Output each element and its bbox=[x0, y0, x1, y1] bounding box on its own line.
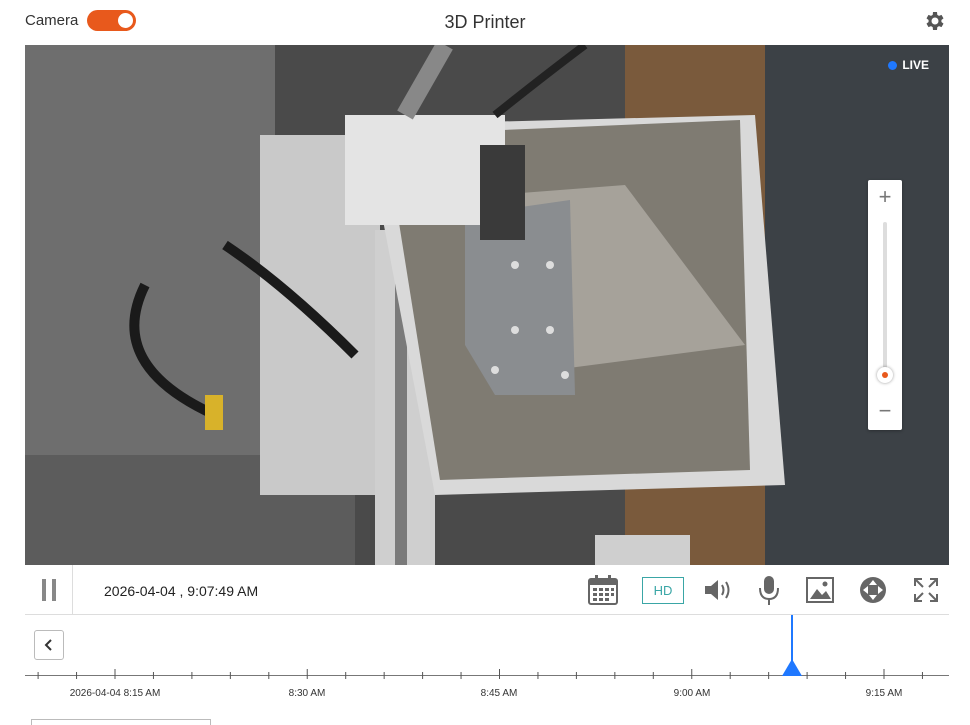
timeline-back-button[interactable] bbox=[34, 630, 64, 660]
tick-label: 8:45 AM bbox=[480, 688, 518, 699]
timeline[interactable]: 2026-04-04 8:15 AM 8:30 AM 8:45 AM 9:00 … bbox=[25, 615, 949, 709]
fullscreen-icon[interactable] bbox=[909, 573, 943, 607]
header: Camera 3D Printer bbox=[0, 0, 970, 45]
timeline-ticks bbox=[37, 669, 923, 679]
live-dot-icon bbox=[888, 60, 898, 70]
calendar-icon[interactable] bbox=[586, 573, 620, 607]
volume-icon[interactable] bbox=[701, 573, 735, 607]
printer-camera-image bbox=[25, 45, 949, 565]
live-indicator: LIVE bbox=[888, 58, 929, 72]
playback-timestamp: 2026-04-04 , 9:07:49 AM bbox=[104, 583, 259, 599]
snapshot-image-icon[interactable] bbox=[803, 573, 837, 607]
timeline-cursor-marker[interactable] bbox=[782, 659, 802, 676]
settings-gear-icon[interactable] bbox=[923, 9, 947, 33]
tick-label: 8:30 AM bbox=[288, 688, 326, 699]
zoom-track[interactable] bbox=[883, 222, 887, 372]
tick-label: 9:00 AM bbox=[673, 688, 711, 699]
tick-label: 2026-04-04 8:15 AM bbox=[69, 688, 161, 699]
microphone-icon[interactable] bbox=[752, 573, 786, 607]
chevron-left-icon bbox=[44, 639, 52, 651]
camera-video-feed[interactable]: LIVE + − bbox=[25, 45, 949, 565]
tick-label: 9:15 AM bbox=[865, 688, 903, 699]
zoom-in-button[interactable]: + bbox=[868, 182, 902, 212]
zoom-slider[interactable]: + − bbox=[868, 180, 902, 430]
zoom-handle[interactable] bbox=[877, 367, 893, 383]
pan-direction-icon[interactable] bbox=[856, 573, 890, 607]
live-label: LIVE bbox=[902, 58, 929, 72]
playback-controls: 2026-04-04 , 9:07:49 AM HD bbox=[25, 565, 949, 615]
bottom-tab-strip bbox=[31, 719, 211, 725]
hd-quality-button[interactable]: HD bbox=[642, 577, 684, 604]
pause-button[interactable] bbox=[25, 565, 73, 615]
page-title: 3D Printer bbox=[444, 12, 526, 32]
zoom-out-button[interactable]: − bbox=[868, 396, 902, 426]
